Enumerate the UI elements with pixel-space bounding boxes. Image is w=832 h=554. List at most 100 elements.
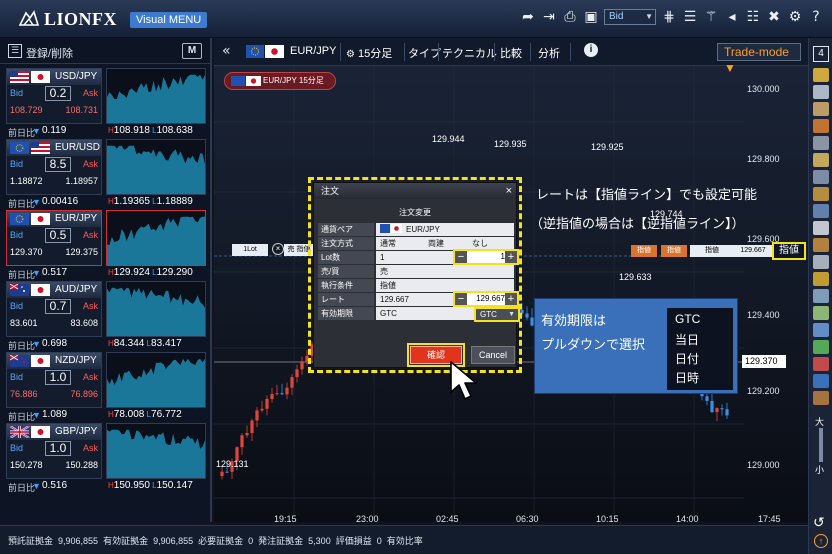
expiry-option[interactable]: 当日: [675, 331, 699, 348]
announce-icon[interactable]: ◂: [724, 8, 740, 26]
bid-price[interactable]: 76.886: [10, 389, 38, 399]
expiry-option[interactable]: GTC: [675, 312, 700, 326]
currency-pair-row[interactable]: AUD/JPY Bid Ask 0.7 83.601 83.608 前日比 ▼ 0.698 H84…: [0, 279, 212, 351]
bid-price[interactable]: 129.370: [10, 247, 43, 257]
analysis-menu[interactable]: 分析: [538, 45, 560, 61]
register-label[interactable]: 登録/削除: [26, 45, 73, 61]
rate-stepper[interactable]: − 129.667 +: [453, 291, 519, 307]
currency-pair-row[interactable]: EUR/JPY Bid Ask 0.5 129.370 129.375 前日比 ▼ 0.517 H…: [0, 208, 212, 280]
bid-select[interactable]: Bid: [604, 9, 656, 25]
settings-sliders-icon[interactable]: ☰: [682, 8, 698, 26]
chart-tab[interactable]: EUR/JPY 15分足: [224, 72, 336, 90]
currency-pair-row[interactable]: GBP/JPY Bid Ask 1.0 150.278 150.288 前日比 ▼ 0.516 H…: [0, 421, 212, 493]
chart-pair-label[interactable]: EUR/JPY: [290, 45, 336, 57]
limit-line-badge[interactable]: 指値: [772, 242, 806, 260]
ask-price[interactable]: 76.896: [70, 389, 98, 399]
drawing-tool-icon[interactable]: [813, 204, 829, 218]
drawing-tool-icon[interactable]: [813, 272, 829, 286]
mini-chart[interactable]: [106, 210, 206, 266]
expiry-option[interactable]: 日時: [675, 369, 699, 386]
gear-icon[interactable]: ⚙: [787, 8, 803, 26]
drawing-tool-icon[interactable]: [813, 119, 829, 133]
lot-minus-button[interactable]: −: [455, 251, 467, 263]
currency-pair-row[interactable]: EUR/USD Bid Ask 8.5 1.18872 1.18957 前日比 ▼ 0.0041…: [0, 137, 212, 209]
drawing-tool-icon[interactable]: [813, 306, 829, 320]
drawing-tool-icon[interactable]: [813, 391, 829, 405]
scroll-up-icon[interactable]: ↑: [814, 534, 828, 548]
dialog-row-value[interactable]: 売: [376, 265, 514, 278]
hedge-option[interactable]: 両建: [428, 237, 444, 250]
rate-card[interactable]: AUD/JPY Bid Ask 0.7 83.601 83.608: [6, 281, 102, 337]
rate-input[interactable]: 129.667: [469, 293, 505, 305]
expiry-option[interactable]: 日付: [675, 350, 699, 367]
save-icon[interactable]: ▣: [583, 8, 599, 26]
mini-mode-button[interactable]: M: [182, 43, 202, 59]
help-icon[interactable]: ?: [808, 8, 824, 26]
drawing-tool-icon[interactable]: [813, 170, 829, 184]
order-line-lot-tag[interactable]: 1Lot: [232, 244, 268, 256]
mini-chart[interactable]: [106, 139, 206, 195]
rate-card[interactable]: NZD/JPY Bid Ask 1.0 76.886 76.896: [6, 352, 102, 408]
register-icon[interactable]: ☰: [8, 44, 22, 58]
rate-card[interactable]: EUR/JPY Bid Ask 0.5 129.370 129.375: [6, 210, 102, 266]
timeframe-menu[interactable]: ⚙ 15分足: [346, 45, 392, 61]
currency-pair-row[interactable]: USD/JPY Bid Ask 0.2 108.729 108.731 前日比 ▼ 0.119 H…: [0, 66, 212, 138]
type-menu[interactable]: タイプ: [408, 45, 441, 61]
lot-plus-button[interactable]: +: [505, 251, 517, 263]
trade-mode-button[interactable]: Trade-mode ▼: [717, 43, 801, 75]
mini-chart[interactable]: [106, 281, 206, 337]
rate-card[interactable]: GBP/JPY Bid Ask 1.0 150.278 150.288: [6, 423, 102, 479]
drawing-tool-icon[interactable]: [813, 153, 829, 167]
ask-price[interactable]: 129.375: [65, 247, 98, 257]
ask-price[interactable]: 1.18957: [65, 176, 98, 186]
chart-split-icon[interactable]: ⋕: [661, 8, 677, 26]
collapse-icon[interactable]: «: [222, 43, 231, 59]
ask-price[interactable]: 83.608: [70, 318, 98, 328]
order-line-price-tag[interactable]: 129.667: [734, 245, 772, 257]
rate-plus-button[interactable]: +: [505, 293, 517, 305]
bid-price[interactable]: 83.601: [10, 318, 38, 328]
info-icon[interactable]: i: [584, 43, 598, 57]
order-line-remove-icon[interactable]: ×: [272, 243, 284, 255]
mini-chart[interactable]: [106, 68, 206, 124]
technical-menu[interactable]: テクニカル: [442, 45, 497, 61]
layout-count[interactable]: 4: [813, 46, 829, 62]
mini-chart[interactable]: [106, 423, 206, 479]
print-icon[interactable]: ⎙: [562, 8, 578, 26]
dialog-row-value[interactable]: EUR/JPY: [376, 223, 514, 236]
drawing-tool-icon[interactable]: [813, 102, 829, 116]
lot-stepper[interactable]: − 1 +: [453, 249, 519, 265]
bid-price[interactable]: 150.278: [10, 460, 43, 470]
drawing-tool-icon[interactable]: [813, 68, 829, 82]
ask-price[interactable]: 150.288: [65, 460, 98, 470]
import-icon[interactable]: ⇥: [541, 8, 557, 26]
tools-icon[interactable]: ✖: [766, 8, 782, 26]
drawing-tool-icon[interactable]: [813, 340, 829, 354]
drawing-tool-icon[interactable]: [813, 357, 829, 371]
compare-menu[interactable]: 比較: [500, 45, 522, 61]
document-icon[interactable]: ☷: [745, 8, 761, 26]
rate-card[interactable]: EUR/USD Bid Ask 8.5 1.18872 1.18957: [6, 139, 102, 195]
rate-card[interactable]: USD/JPY Bid Ask 0.2 108.729 108.731: [6, 68, 102, 124]
dialog-close-button[interactable]: ×: [506, 183, 512, 199]
drawing-tool-icon[interactable]: [813, 221, 829, 235]
drawing-tool-icon[interactable]: [813, 289, 829, 303]
rate-minus-button[interactable]: −: [455, 293, 467, 305]
bid-price[interactable]: 108.729: [10, 105, 43, 115]
bid-price[interactable]: 1.18872: [10, 176, 43, 186]
ask-price[interactable]: 108.731: [65, 105, 98, 115]
drawing-tool-icon[interactable]: [813, 255, 829, 269]
zoom-slider[interactable]: [819, 428, 823, 462]
mini-chart[interactable]: [106, 352, 206, 408]
visual-menu-button[interactable]: Visual MENU: [130, 12, 208, 28]
expiry-select[interactable]: GTC: [474, 307, 520, 322]
export-icon[interactable]: ➦: [520, 8, 536, 26]
drawing-tool-icon[interactable]: [813, 323, 829, 337]
drawing-tool-icon[interactable]: [813, 85, 829, 99]
drawing-tool-icon[interactable]: [813, 374, 829, 388]
drawing-tool-icon[interactable]: [813, 238, 829, 252]
order-line-right-tag[interactable]: 指値: [690, 245, 734, 257]
drawing-tool-icon[interactable]: [813, 187, 829, 201]
indicator-icon[interactable]: ⚚: [703, 8, 719, 26]
chart-order-tag[interactable]: 指値: [631, 245, 657, 257]
